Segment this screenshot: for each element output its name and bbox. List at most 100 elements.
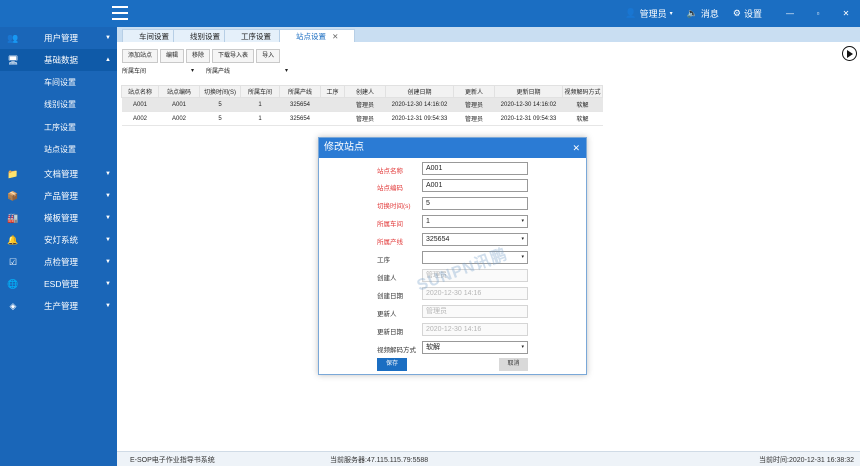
sidebar-subitem-station[interactable]: 站点设置 (0, 138, 117, 161)
column-header[interactable]: 视频解码方式 (562, 85, 603, 98)
form-row-decode-mode: 视频解码方式 软解 ▾ (319, 341, 588, 355)
station-code-input[interactable]: A001 (422, 179, 528, 192)
edit-station-dialog: 修改站点 ✕ 站点名称 A001 站点编码 A001 切换时间(s) 5 所属车… (318, 137, 587, 375)
toolbar: 添加站点 编辑 移除 下载导入表 导入 (122, 49, 282, 63)
table-cell: 1 (240, 111, 280, 126)
import-button[interactable]: 导入 (256, 49, 281, 63)
users-icon: 👥 (7, 32, 19, 43)
sidebar-item-users[interactable]: 👥 用户管理 ▼ (0, 27, 117, 49)
sidebar-item-label: 点检管理 (44, 257, 79, 267)
sidebar-item-products[interactable]: 📦 产品管理 ▼ (0, 185, 117, 207)
close-icon[interactable]: ✕ (572, 138, 580, 158)
cancel-button[interactable]: 取消 (499, 358, 528, 371)
form-row-update-date: 更新日期 2020-12-30 14:16 (319, 323, 588, 337)
line-filter: 所属产线 ▾ (206, 66, 288, 75)
form-row-workshop: 所属车间 1 ▾ (319, 215, 588, 229)
table-row[interactable]: A002 A002 5 1 325654 管理员 2020-12-31 09:5… (121, 111, 603, 126)
download-template-button[interactable]: 下载导入表 (212, 49, 255, 63)
add-station-button[interactable]: 添加站点 (122, 49, 159, 63)
current-time: 当前时间:2020-12-31 16:38:32 (759, 457, 854, 464)
close-window-button[interactable]: ✕ (832, 9, 860, 18)
sidebar-item-andon[interactable]: 🔔 安灯系统 ▼ (0, 229, 117, 251)
updater-input: 管理员 (422, 305, 528, 318)
tab-close-icon[interactable]: ✕ (332, 32, 338, 41)
top-bar: 👤 管理员 ▾ 🔈 消息 ⚙ 设置 — ▫ ✕ (0, 0, 860, 27)
column-header[interactable]: 创建日期 (385, 85, 454, 98)
station-name-label: 站点名称 (377, 168, 403, 175)
column-header[interactable]: 切换时间(S) (199, 85, 241, 98)
table-cell: 软解 (562, 97, 603, 112)
restore-button[interactable]: ▫ (804, 9, 832, 18)
workshop-select[interactable]: 1 ▾ (422, 215, 528, 228)
workshop-value: 1 (426, 218, 430, 225)
process-select[interactable]: ▾ (422, 251, 528, 264)
table-cell (320, 97, 345, 112)
table-cell: 2020-12-30 14:16:02 (494, 97, 563, 112)
table-row[interactable]: A001 A001 5 1 325654 管理员 2020-12-30 14:1… (121, 97, 603, 112)
form-row-creator: 创建人 管理员 (319, 269, 588, 283)
sidebar-item-documents[interactable]: 📁 文档管理 ▼ (0, 163, 117, 185)
sidebar-item-label: 用户管理 (44, 33, 79, 43)
system-name: E-SOP电子作业指导书系统 (130, 457, 215, 464)
sidebar-item-inspection[interactable]: ☑ 点检管理 ▼ (0, 251, 117, 273)
minimize-button[interactable]: — (776, 9, 804, 18)
user-menu[interactable]: 👤 管理员 ▾ (625, 7, 672, 20)
line-select[interactable]: 325654 ▾ (422, 233, 528, 246)
updater-label: 更新人 (377, 311, 397, 318)
workshop-label: 所属车间 (377, 221, 403, 228)
column-header[interactable]: 创建人 (344, 85, 386, 98)
column-header[interactable]: 更新人 (453, 85, 495, 98)
chevron-down-icon: ▼ (105, 171, 111, 177)
table-cell: 5 (199, 97, 241, 112)
column-header[interactable]: 工序 (320, 85, 345, 98)
column-header[interactable]: 所属产线 (279, 85, 321, 98)
chevron-down-icon: ▼ (105, 215, 111, 221)
column-header[interactable]: 所属车间 (240, 85, 280, 98)
play-icon[interactable] (842, 46, 857, 61)
create-date-label: 创建日期 (377, 293, 403, 300)
delete-button[interactable]: 移除 (186, 49, 211, 63)
line-value: 325654 (426, 236, 450, 243)
settings-label: 设置 (743, 9, 762, 19)
sidebar-item-esd[interactable]: 🌐 ESD管理 ▼ (0, 273, 117, 295)
sidebar-item-label: 模板管理 (44, 213, 79, 223)
table-cell (320, 111, 345, 126)
form-row-station-name: 站点名称 A001 (319, 162, 588, 176)
workshop-select[interactable]: ▾ (150, 66, 194, 75)
sidebar-item-production[interactable]: ◈ 生产管理 ▼ (0, 295, 117, 317)
edit-button[interactable]: 编辑 (160, 49, 185, 63)
table-cell: 2020-12-30 14:16:02 (385, 97, 454, 112)
sidebar-subitem-workshop[interactable]: 车间设置 (0, 71, 117, 94)
dialog-title: 修改站点 (324, 142, 364, 153)
column-header[interactable]: 站点编码 (158, 85, 200, 98)
station-table: 站点名称 站点编码 切换时间(S) 所属车间 所属产线 工序 创建人 创建日期 … (121, 85, 603, 126)
table-cell: 325654 (279, 111, 321, 126)
checklist-icon: ☑ (8, 256, 18, 267)
sidebar-item-label: 安灯系统 (44, 235, 79, 245)
form-row-create-date: 创建日期 2020-12-30 14:16 (319, 287, 588, 301)
table-cell: A002 (121, 111, 159, 126)
decode-mode-select[interactable]: 软解 ▾ (422, 341, 528, 354)
line-select[interactable]: ▾ (234, 66, 288, 75)
settings-button[interactable]: ⚙ 设置 (733, 7, 762, 20)
column-header[interactable]: 更新日期 (494, 85, 563, 98)
station-name-input[interactable]: A001 (422, 162, 528, 175)
save-button[interactable]: 保存 (377, 358, 407, 371)
chevron-down-icon: ▾ (521, 344, 524, 350)
tab-station[interactable]: 站点设置 ✕ (279, 29, 356, 42)
sidebar-item-templates[interactable]: 🏭 模板管理 ▼ (0, 207, 117, 229)
column-header[interactable]: 站点名称 (121, 85, 159, 98)
switch-time-input[interactable]: 5 (422, 197, 528, 210)
globe-icon: 🌐 (7, 278, 19, 289)
chevron-down-icon: ▼ (105, 193, 111, 199)
table-cell: A002 (158, 111, 200, 126)
status-bar: E-SOP电子作业指导书系统 当前服务器:47.115.115.79:5588 … (117, 451, 860, 466)
sidebar-subitem-line[interactable]: 线别设置 (0, 93, 117, 116)
dialog-header: 修改站点 ✕ (319, 138, 586, 158)
sidebar-subitem-process[interactable]: 工序设置 (0, 116, 117, 139)
message-button[interactable]: 🔈 消息 (687, 7, 719, 20)
sidebar-item-label: 文档管理 (44, 169, 79, 179)
decode-mode-value: 软解 (426, 344, 440, 351)
sidebar-item-basic-data[interactable]: 🖥 基础数据 ▲ (0, 49, 117, 71)
menu-toggle-icon[interactable] (112, 6, 128, 20)
